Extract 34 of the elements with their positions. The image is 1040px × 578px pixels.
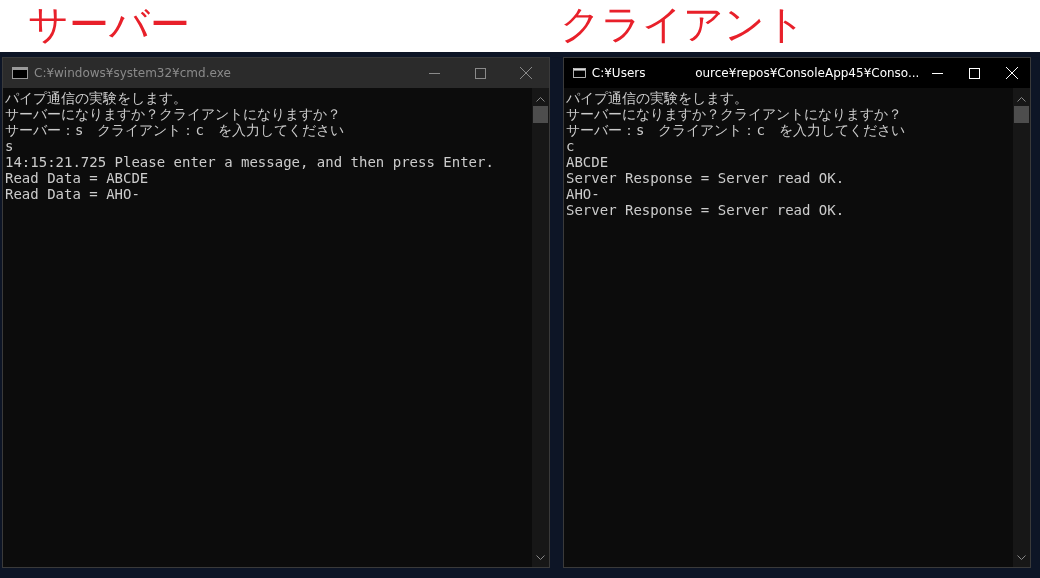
handwritten-annotation: クライアント [560, 0, 806, 48]
console-line: サーバー：s クライアント：c を入力してください [566, 122, 906, 138]
console-icon [573, 67, 586, 79]
maximize-icon [474, 67, 486, 79]
console-line: AHO- [566, 186, 601, 202]
console-line: Read Data = ABCDE [5, 170, 150, 186]
console-line: 14:15:21.725 Please enter a message, and then press Enter. [5, 154, 495, 170]
scroll-thumb[interactable] [533, 106, 548, 123]
handwritten-annotation: サーバー [28, 0, 190, 48]
scroll-up-icon[interactable] [1017, 96, 1026, 102]
console-line: パイプ通信の実験をします。 [5, 90, 188, 106]
console-line: Server Response = Server read OK. [566, 202, 846, 218]
console-line: Read Data = AHO- [5, 186, 141, 202]
scroll-down-icon[interactable] [536, 555, 545, 561]
scroll-up-icon[interactable] [536, 96, 545, 102]
close-icon [1005, 67, 1018, 79]
console-icon [12, 67, 28, 79]
window-title: C:¥Users [591, 66, 646, 80]
console-line: サーバーになりますか？クライアントになりますか？ [566, 106, 903, 122]
console-line: サーバー：s クライアント：c を入力してください [5, 122, 345, 138]
console-line: パイプ通信の実験をします。 [566, 90, 749, 106]
console-line: Server Response = Server read OK. [566, 170, 846, 186]
scrollbar[interactable] [532, 88, 549, 567]
console-line: c [566, 138, 576, 154]
scrollbar[interactable] [1013, 88, 1030, 567]
window-title: C:¥windows¥system32¥cmd.exe [34, 66, 231, 80]
console-line: サーバーになりますか？クライアントになりますか？ [5, 106, 342, 122]
close-icon [520, 67, 532, 79]
window-title: ource¥repos¥ConsoleApp45¥Conso... [695, 66, 920, 80]
maximize-icon [969, 67, 981, 79]
console-line: s [5, 138, 15, 154]
console-line: ABCDE [566, 154, 610, 170]
scroll-down-icon[interactable] [1017, 555, 1026, 561]
scroll-thumb[interactable] [1014, 106, 1029, 123]
